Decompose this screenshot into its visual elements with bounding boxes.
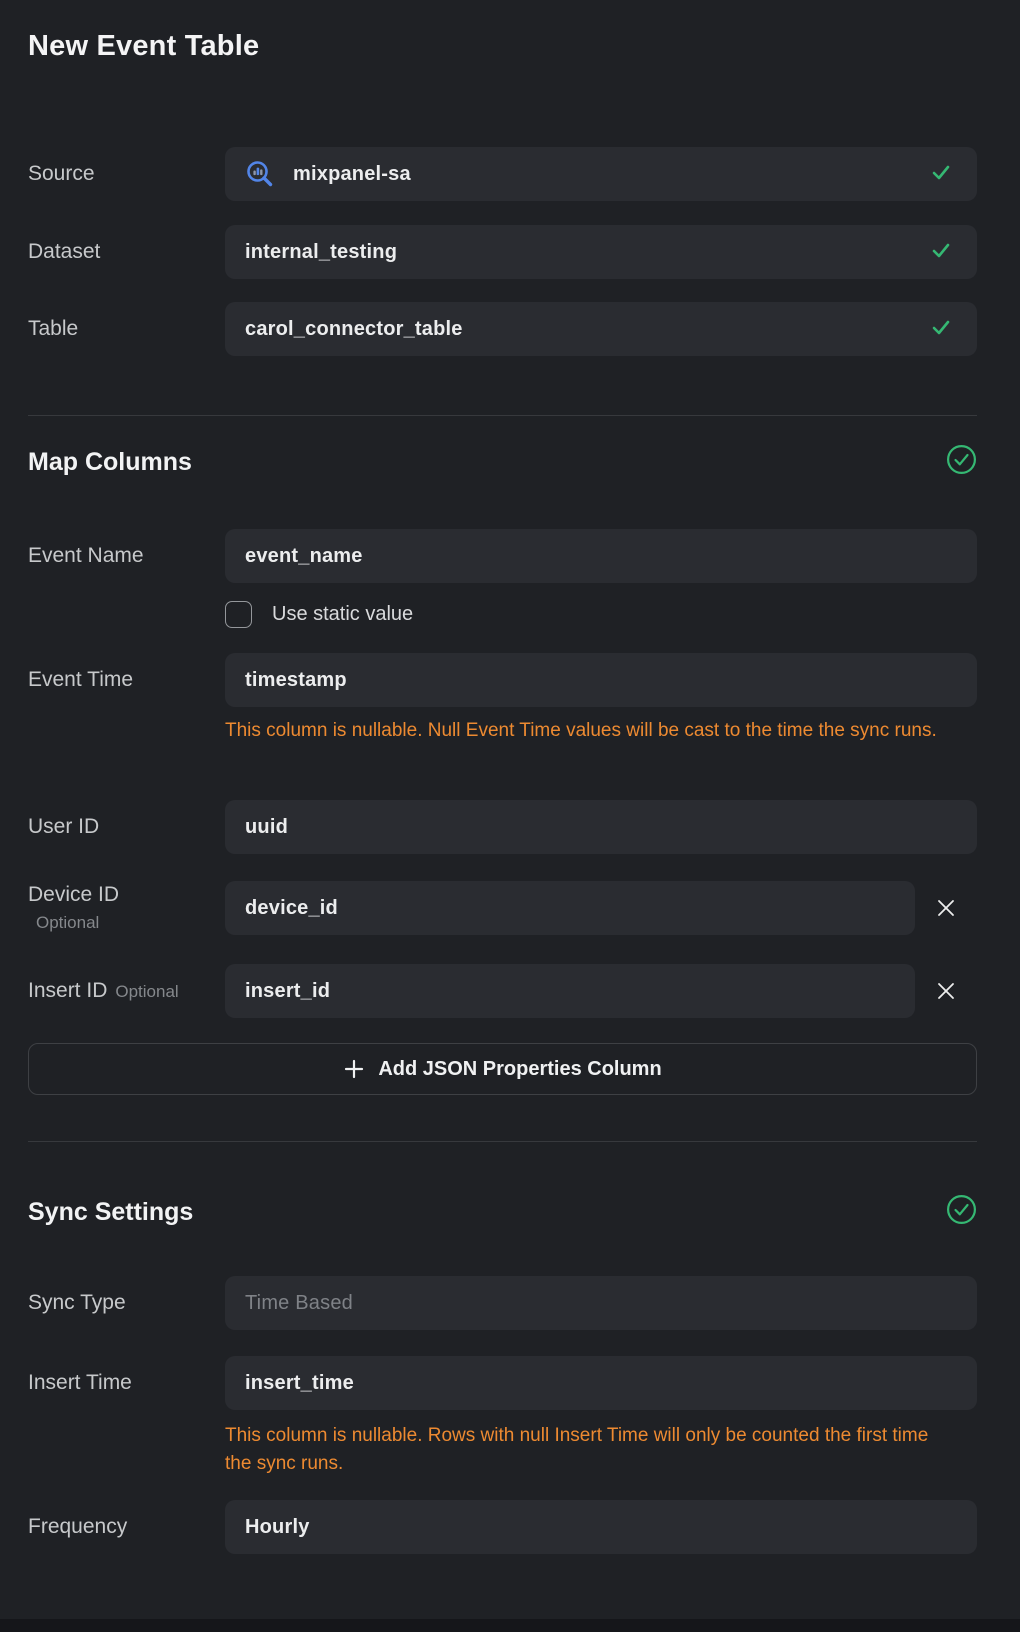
insert-id-remove-button[interactable] xyxy=(915,980,977,1002)
dataset-valid-check-icon xyxy=(929,238,953,267)
event-time-nullable-warning: This column is nullable. Null Event Time… xyxy=(225,717,955,745)
insert-id-row: Insert ID Optional insert_id xyxy=(28,964,977,1018)
event-name-row: Event Name event_name xyxy=(28,529,977,583)
insert-id-optional-label: Optional xyxy=(115,982,178,1001)
table-value: carol_connector_table xyxy=(245,318,463,341)
add-json-properties-label: Add JSON Properties Column xyxy=(378,1058,661,1081)
device-id-label-block: Device ID Optional xyxy=(28,883,225,933)
insert-time-label: Insert Time xyxy=(28,1371,225,1395)
source-field[interactable]: mixpanel-sa xyxy=(225,147,977,201)
event-name-field[interactable]: event_name xyxy=(225,529,977,583)
use-static-value-label: Use static value xyxy=(272,603,413,626)
map-columns-header: Map Columns xyxy=(28,444,977,480)
user-id-row: User ID uuid xyxy=(28,800,977,854)
user-id-label: User ID xyxy=(28,815,225,839)
source-row: Source mixpanel-sa xyxy=(28,147,977,201)
map-columns-complete-icon xyxy=(946,444,977,480)
device-id-row: Device ID Optional device_id xyxy=(28,881,977,935)
add-json-properties-button[interactable]: Add JSON Properties Column xyxy=(28,1043,977,1095)
device-id-field[interactable]: device_id xyxy=(225,881,915,935)
map-columns-title: Map Columns xyxy=(28,448,192,477)
event-name-value: event_name xyxy=(245,545,363,568)
frequency-label: Frequency xyxy=(28,1515,225,1539)
source-value: mixpanel-sa xyxy=(293,163,411,186)
event-time-row: Event Time timestamp xyxy=(28,653,977,707)
event-time-value: timestamp xyxy=(245,669,347,692)
frequency-field[interactable]: Hourly xyxy=(225,1500,977,1554)
insert-time-field[interactable]: insert_time xyxy=(225,1356,977,1410)
device-id-value: device_id xyxy=(245,897,338,920)
sync-settings-complete-icon xyxy=(946,1194,977,1230)
sync-settings-header: Sync Settings xyxy=(28,1194,977,1230)
table-label: Table xyxy=(28,317,225,341)
dataset-value: internal_testing xyxy=(245,241,397,264)
dataset-field[interactable]: internal_testing xyxy=(225,225,977,279)
source-label: Source xyxy=(28,162,225,186)
insert-time-row: Insert Time insert_time xyxy=(28,1356,977,1410)
insert-id-field[interactable]: insert_id xyxy=(225,964,915,1018)
sync-settings-title: Sync Settings xyxy=(28,1198,193,1227)
dataset-label: Dataset xyxy=(28,240,225,264)
section-divider xyxy=(28,1141,977,1142)
device-id-optional-label: Optional xyxy=(28,913,225,933)
frequency-value: Hourly xyxy=(245,1516,310,1539)
sync-type-label: Sync Type xyxy=(28,1291,225,1315)
table-field[interactable]: carol_connector_table xyxy=(225,302,977,356)
dataset-row: Dataset internal_testing xyxy=(28,225,977,279)
bigquery-source-icon xyxy=(245,159,275,189)
insert-id-label-block: Insert ID Optional xyxy=(28,979,225,1003)
insert-id-label: Insert ID xyxy=(28,979,107,1002)
sync-type-value: Time Based xyxy=(245,1292,353,1315)
use-static-value-row: Use static value xyxy=(225,601,977,628)
new-event-table-panel: New Event Table Source mixpanel-sa xyxy=(0,0,1020,1632)
user-id-field[interactable]: uuid xyxy=(225,800,977,854)
sync-type-field[interactable]: Time Based xyxy=(225,1276,977,1330)
frequency-row: Frequency Hourly xyxy=(28,1500,977,1554)
event-time-label: Event Time xyxy=(28,668,225,692)
plus-icon xyxy=(343,1058,365,1080)
source-valid-check-icon xyxy=(929,160,953,189)
close-icon xyxy=(935,897,957,919)
table-valid-check-icon xyxy=(929,315,953,344)
event-time-field[interactable]: timestamp xyxy=(225,653,977,707)
insert-time-value: insert_time xyxy=(245,1372,354,1395)
device-id-label: Device ID xyxy=(28,883,225,907)
sync-type-row: Sync Type Time Based xyxy=(28,1276,977,1330)
insert-id-value: insert_id xyxy=(245,980,330,1003)
device-id-remove-button[interactable] xyxy=(915,897,977,919)
bottom-edge-strip xyxy=(0,1619,1020,1632)
user-id-value: uuid xyxy=(245,816,288,839)
section-divider xyxy=(28,415,977,416)
table-row: Table carol_connector_table xyxy=(28,302,977,356)
close-icon xyxy=(935,980,957,1002)
event-name-label: Event Name xyxy=(28,544,225,568)
page-title: New Event Table xyxy=(28,0,977,63)
use-static-value-checkbox[interactable] xyxy=(225,601,252,628)
insert-time-nullable-warning: This column is nullable. Rows with null … xyxy=(225,1422,955,1478)
